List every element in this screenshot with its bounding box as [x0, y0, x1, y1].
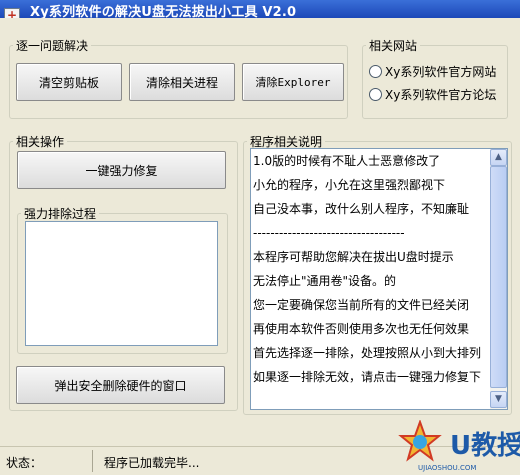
status-message: 程序已加载完毕...: [104, 456, 200, 470]
eject-hardware-button[interactable]: 弹出安全删除硬件的窗口: [16, 366, 225, 404]
radio-button[interactable]: [369, 88, 382, 101]
description-line: 如果逐一排除无效，请点击一键强力修复下: [253, 370, 482, 384]
group-process-legend: 强力排除过程: [24, 207, 97, 221]
description-line: 您一定要确保您当前所有的文件已经关闭: [253, 298, 470, 312]
title-bar[interactable]: + Xy系列软件の解决U盘无法拔出小工具 V2.0: [0, 0, 520, 24]
description-line: 再使用本软件否则使用多次也无任何效果: [253, 322, 470, 336]
description-line: 无法停止"通用卷"设备。的: [253, 274, 397, 288]
status-label: 状态：: [6, 456, 43, 470]
group-sites-legend: 相关网站: [369, 39, 418, 53]
description-textarea[interactable]: 1.0版的时候有不耻人士恶意修改了 小允的程序，小允在这里强烈鄙视下 自己没本事…: [250, 148, 508, 410]
radio-button[interactable]: [369, 65, 382, 78]
watermark-url: UJIAOSHOU.COM: [418, 464, 476, 472]
description-line: 小允的程序，小允在这里强烈鄙视下: [253, 178, 446, 192]
description-scrollbar[interactable]: ▲ ▼: [490, 149, 507, 409]
site-option-label: Xy系列软件官方论坛: [385, 88, 497, 102]
description-line: 本程序可帮助您解决在拔出U盘时提示: [253, 250, 454, 264]
watermark-brand: U教授: [450, 431, 520, 461]
scrollbar-thumb[interactable]: [490, 166, 507, 388]
description-line: 1.0版的时候有不耻人士恶意修改了: [253, 154, 441, 168]
description-line: 自己没本事，改什么别人程序，不知廉耻: [253, 202, 470, 216]
scroll-up-icon[interactable]: ▲: [490, 149, 507, 166]
clear-explorer-button[interactable]: 清除Explorer: [242, 63, 344, 101]
star-logo-icon: [398, 420, 442, 462]
site-option-label: Xy系列软件官方网站: [385, 65, 497, 79]
description-line: 首先选择逐一排除，处理按照从小到大排列: [253, 346, 482, 360]
clear-clipboard-button[interactable]: 清空剪贴板: [16, 63, 122, 101]
site-option-forum[interactable]: Xy系列软件官方论坛: [369, 86, 496, 103]
site-option-website[interactable]: Xy系列软件官方网站: [369, 63, 496, 80]
group-one-by-one-legend: 逐一问题解决: [16, 39, 89, 53]
process-log-list[interactable]: [25, 221, 218, 346]
watermark-logo: U教授 UJIAOSHOU.COM: [398, 420, 520, 472]
clear-processes-button[interactable]: 清除相关进程: [129, 63, 235, 101]
scroll-down-icon[interactable]: ▼: [490, 391, 507, 408]
description-line: -----------------------------------: [253, 226, 405, 240]
status-divider: [92, 450, 93, 472]
force-repair-button[interactable]: 一键强力修复: [17, 151, 226, 189]
group-ops-legend: 相关操作: [16, 135, 65, 149]
